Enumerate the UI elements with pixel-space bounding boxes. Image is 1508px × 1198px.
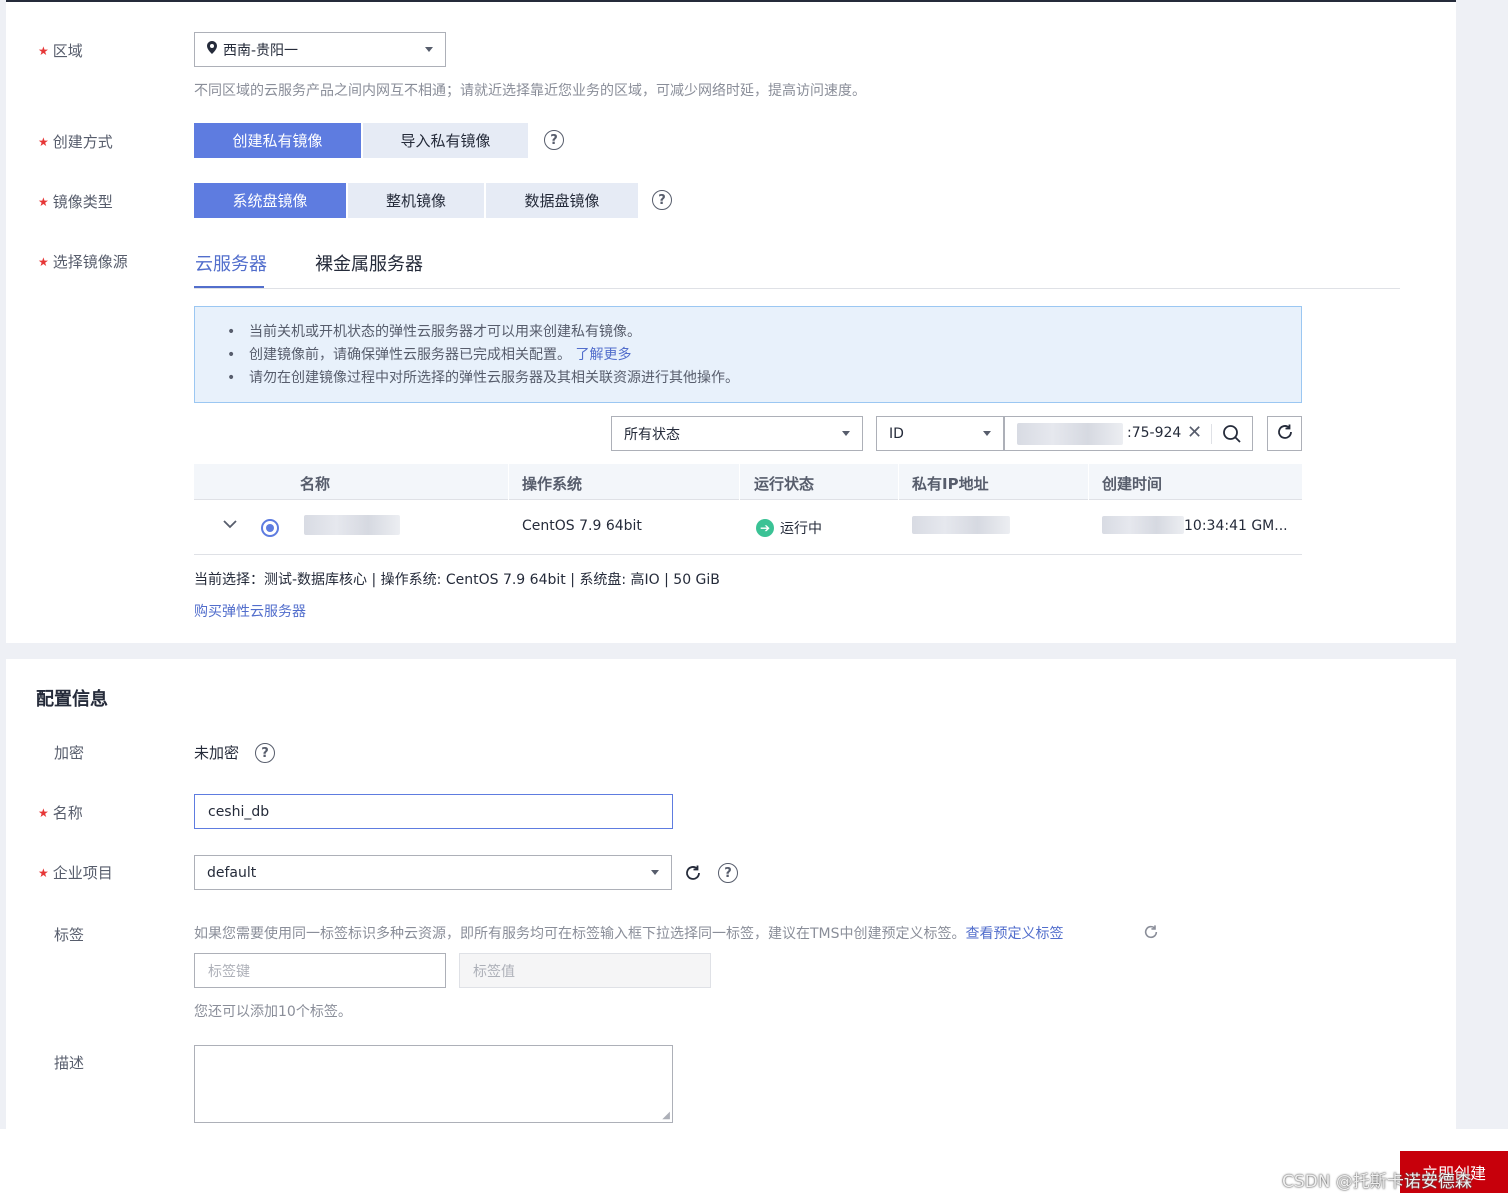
- redacted-name: [304, 515, 400, 535]
- region-hint: 不同区域的云服务产品之间内网互不相通；请就近选择靠近您业务的区域，可减少网络时延…: [194, 83, 866, 99]
- tag-value-input[interactable]: 标签值: [459, 953, 711, 988]
- refresh-icon[interactable]: [684, 864, 702, 886]
- tag-value-placeholder: 标签值: [473, 963, 515, 980]
- description-label: 描述: [54, 1054, 85, 1072]
- required-mark: ★: [38, 806, 49, 820]
- column-header-private-ip: 私有IP地址: [912, 475, 989, 493]
- help-icon[interactable]: ?: [255, 743, 275, 763]
- name-input-value: ceshi_db: [208, 803, 270, 820]
- row-status: 运行中: [780, 521, 822, 537]
- search-field-value: ID: [889, 425, 904, 442]
- required-mark: ★: [38, 135, 49, 149]
- name-input[interactable]: ceshi_db: [194, 794, 673, 829]
- column-header-os: 操作系统: [522, 475, 583, 493]
- tag-key-placeholder: 标签键: [208, 963, 250, 980]
- row-created: 10:34:41 GM...: [1184, 518, 1288, 534]
- clear-icon[interactable]: ✕: [1187, 422, 1202, 443]
- search-input-value: :75-924: [1127, 425, 1182, 441]
- resize-handle-icon[interactable]: ◢: [662, 1110, 670, 1121]
- image-type-label: ★ 镜像类型: [38, 193, 113, 211]
- tags-hint: 如果您需要使用同一标签标识多种云资源，即所有服务均可在标签输入框下拉选择同一标签…: [194, 926, 1064, 942]
- current-selection: 当前选择：测试-数据库核心 | 操作系统: CentOS 7.9 64bit |…: [194, 572, 720, 588]
- chevron-down-icon: [651, 870, 659, 875]
- image-source-label: ★ 选择镜像源: [38, 253, 128, 271]
- enterprise-project-value: default: [207, 864, 257, 881]
- redacted-text: [1017, 423, 1123, 445]
- region-select[interactable]: 西南-贵阳一: [194, 32, 446, 67]
- search-icon[interactable]: [1222, 424, 1242, 448]
- refresh-icon[interactable]: [1143, 924, 1159, 944]
- create-method-label: ★ 创建方式: [38, 133, 113, 151]
- create-private-image-button[interactable]: 创建私有镜像: [194, 123, 361, 158]
- region-value: 西南-贵阳一: [223, 42, 299, 59]
- column-header-created: 创建时间: [1102, 475, 1163, 493]
- column-header-status: 运行状态: [754, 475, 815, 493]
- required-mark: ★: [38, 195, 49, 209]
- status-filter-value: 所有状态: [624, 426, 680, 443]
- section-title: 配置信息: [36, 689, 108, 710]
- chevron-down-icon: [842, 431, 850, 436]
- tags-label: 标签: [54, 926, 85, 944]
- row-os: CentOS 7.9 64bit: [522, 518, 642, 534]
- notice-item: 当前关机或开机状态的弹性云服务器才可以用来创建私有镜像。: [227, 321, 1301, 344]
- location-pin-icon: [207, 41, 217, 58]
- required-mark: ★: [38, 866, 49, 880]
- tab-ecs[interactable]: 云服务器: [195, 250, 267, 276]
- search-field-select[interactable]: ID: [876, 416, 1004, 451]
- notice-item: 创建镜像前，请确保弹性云服务器已完成相关配置。 了解更多: [227, 344, 1301, 367]
- required-mark: ★: [38, 44, 49, 58]
- chevron-down-icon[interactable]: [222, 516, 238, 536]
- notice-box: 当前关机或开机状态的弹性云服务器才可以用来创建私有镜像。 创建镜像前，请确保弹性…: [194, 306, 1302, 403]
- refresh-button[interactable]: [1267, 416, 1302, 451]
- tags-remaining: 您还可以添加10个标签。: [194, 1004, 352, 1020]
- watermark: CSDN @托斯卡诺安德森: [1282, 1172, 1472, 1192]
- tag-key-input[interactable]: 标签键: [194, 953, 446, 988]
- table-header: 名称 操作系统 运行状态 私有IP地址 创建时间: [194, 464, 1302, 500]
- system-disk-image-button[interactable]: 系统盘镜像: [194, 183, 346, 218]
- status-filter-select[interactable]: 所有状态: [611, 416, 863, 451]
- redacted-ip: [912, 516, 1010, 534]
- column-header-name: 名称: [300, 475, 331, 493]
- help-icon[interactable]: ?: [652, 190, 672, 210]
- column-divider: [898, 464, 899, 500]
- search-input[interactable]: :75-924 ✕: [1004, 416, 1253, 451]
- region-label: ★ 区域: [38, 42, 83, 60]
- learn-more-link[interactable]: 了解更多: [575, 347, 631, 363]
- enterprise-project-select[interactable]: default: [194, 855, 672, 890]
- active-tab-indicator: [194, 286, 264, 288]
- row-radio[interactable]: [261, 519, 279, 537]
- required-mark: ★: [38, 255, 49, 269]
- description-textarea[interactable]: ◢: [194, 1045, 673, 1123]
- view-predefined-tags-link[interactable]: 查看预定义标签: [966, 926, 1064, 942]
- column-divider: [1088, 464, 1089, 500]
- full-ecs-image-button[interactable]: 整机镜像: [348, 183, 484, 218]
- config-panel: 配置信息 加密 未加密 ? ★ 名称 ceshi_db ★ 企业项目 default…: [6, 659, 1456, 1129]
- enterprise-project-label: ★ 企业项目: [38, 864, 113, 882]
- column-divider: [508, 464, 509, 500]
- image-source-panel: ★ 区域 西南-贵阳一 不同区域的云服务产品之间内网互不相通；请就近选择靠近您业务…: [6, 0, 1456, 643]
- tab-bms[interactable]: 裸金属服务器: [315, 250, 423, 276]
- tabs-divider: [194, 288, 1400, 289]
- buy-ecs-link[interactable]: 购买弹性云服务器: [194, 601, 306, 621]
- data-disk-image-button[interactable]: 数据盘镜像: [486, 183, 638, 218]
- search-divider: [1211, 424, 1212, 444]
- refresh-icon: [1276, 423, 1294, 445]
- help-icon[interactable]: ?: [544, 130, 564, 150]
- column-divider: [739, 464, 740, 500]
- chevron-down-icon: [425, 47, 433, 52]
- encryption-label: 加密: [54, 744, 85, 762]
- table-row[interactable]: CentOS 7.9 64bit ➔ 运行中 10:34:41 GM...: [194, 500, 1302, 555]
- help-icon[interactable]: ?: [718, 863, 738, 883]
- notice-item: 请勿在创建镜像过程中对所选择的弹性云服务器及其相关联资源进行其他操作。: [227, 367, 1301, 390]
- encryption-value: 未加密: [194, 744, 240, 762]
- import-private-image-button[interactable]: 导入私有镜像: [363, 123, 528, 158]
- chevron-down-icon: [983, 431, 991, 436]
- redacted-created: [1102, 516, 1184, 534]
- name-label: ★ 名称: [38, 804, 83, 822]
- running-status-icon: ➔: [756, 519, 774, 537]
